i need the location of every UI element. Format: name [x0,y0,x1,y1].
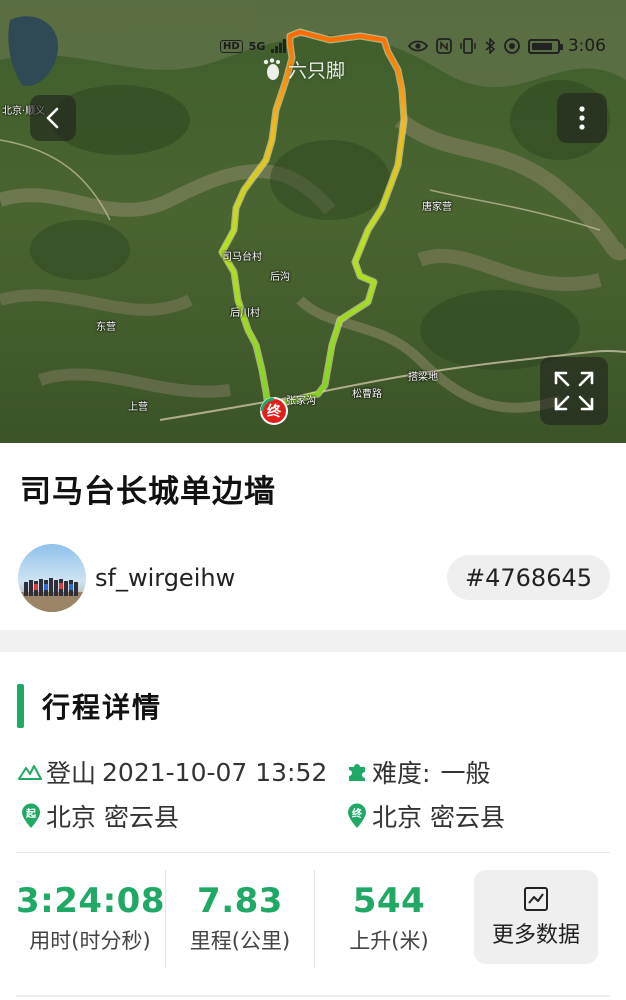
mountain-icon [18,765,42,780]
details-divider [16,852,610,853]
nfc-icon [435,38,452,54]
stat-value: 7.83 [197,881,283,921]
puzzle-icon [349,764,365,781]
map-place-label: 搭梁地 [408,372,438,383]
difficulty-row: 难度: 一般 [346,754,490,790]
stat-duration: 3:24:08 用时(时分秒) [16,865,164,975]
stat-label: 上升(米) [349,929,429,953]
trip-id-badge[interactable]: #4768645 [447,555,610,600]
section-title: 行程详情 [42,691,163,724]
more-vertical-icon [579,106,585,130]
app-watermark: 六只脚 [262,56,345,83]
more-options-button[interactable] [557,93,607,143]
bottom-divider [16,995,610,997]
end-pin-text: 终 [352,809,362,820]
end-marker-label: 终 [267,404,281,420]
author-username[interactable]: sf_wirgeihw [95,564,235,592]
route-map[interactable]: 北京·顺义 唐家营 司马台村 后川村 后沟 松曹路 搭梁地 上营 东营 张家沟 … [0,0,626,443]
start-time: 2021-10-07 13:52 [102,757,328,787]
battery-icon [527,38,563,54]
stat-distance: 7.83 里程(公里) [166,865,314,975]
map-place-label: 东营 [96,322,116,333]
hd-indicator: HD [220,39,243,53]
route-title: 司马台长城单边墙 [20,474,276,510]
bluetooth-icon [485,38,495,54]
activity-type: 登山 [46,759,97,788]
stat-label: 里程(公里) [189,929,291,953]
map-place-label: 上营 [128,402,148,413]
fullscreen-map-button[interactable] [540,357,608,425]
start-location-row: 起 北京 密云县 [20,798,179,834]
avatar[interactable] [18,544,86,612]
chart-icon [524,886,548,911]
avatar-image [18,544,86,612]
end-location-row: 终 北京 密云县 [346,798,505,834]
map-place-label: 后沟 [270,272,290,283]
clock: 3:06 [567,36,606,56]
difficulty-label: 难度: [372,759,431,788]
more-data-label: 更多数据 [491,922,580,948]
map-place-label: 唐家营 [422,202,452,213]
map-place-label: 松曹路 [352,389,382,400]
section-header: 行程详情 [17,684,162,728]
expand-icon [554,371,594,411]
signal-bars-icon [271,39,287,53]
watermark-text: 六只脚 [288,60,346,82]
signal-type: 5G [248,39,266,53]
wifi-icon [503,38,520,54]
map-place-label: 司马台村 [222,252,262,263]
stat-ascent: 544 上升(米) [315,865,463,975]
activity-time-row: 登山 2021-10-07 13:52 [18,754,327,790]
stats-row: 3:24:08 用时(时分秒) 7.83 里程(公里) 544 上升(米) 更多… [16,865,610,975]
map-place-label: 后川村 [230,308,260,319]
more-data-button[interactable]: 更多数据 [474,870,598,964]
start-pin-text: 起 [26,809,36,820]
start-location: 北京 密云县 [46,803,179,832]
status-bar: HD 5G 3:06 [220,34,606,58]
section-divider [0,630,626,652]
end-marker[interactable]: 终 [259,396,289,426]
stat-value: 544 [352,881,426,921]
difficulty-value: 一般 [440,759,491,788]
end-location: 北京 密云县 [372,803,505,832]
stat-label: 用时(时分秒) [29,929,151,953]
back-button[interactable] [30,95,76,141]
author-row[interactable]: sf_wirgeihw #4768645 [18,544,610,612]
stat-value: 3:24:08 [16,881,165,921]
vibrate-icon [460,38,476,54]
eye-icon [407,40,428,52]
footprint-logo-icon [263,57,280,80]
back-arrow-icon [46,107,59,129]
section-accent-bar [17,684,24,728]
map-place-label: 张家沟 [286,396,316,407]
